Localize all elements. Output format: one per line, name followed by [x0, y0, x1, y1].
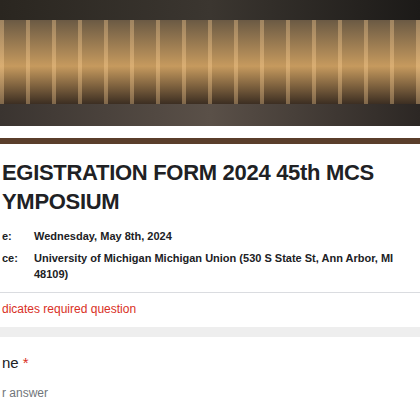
form-title: EGISTRATION FORM 2024 45th MCSYMPOSIUM — [2, 158, 416, 216]
header-image — [0, 0, 420, 126]
detail-row: e:Wednesday, May 8th, 2024 — [2, 228, 416, 244]
form-details: e:Wednesday, May 8th, 2024 ce:University … — [2, 228, 416, 282]
answer-input[interactable]: r answer — [2, 385, 416, 401]
question-card: ne * r answer — [0, 337, 420, 405]
form-page: EGISTRATION FORM 2024 45th MCSYMPOSIUM e:… — [0, 0, 420, 405]
detail-row: ce:University of Michigan Michigan Union… — [2, 250, 416, 282]
required-note: dicates required question — [0, 293, 420, 327]
question-label: ne * — [2, 353, 416, 373]
card-accent — [0, 138, 420, 144]
title-card: EGISTRATION FORM 2024 45th MCSYMPOSIUM e:… — [0, 138, 420, 327]
